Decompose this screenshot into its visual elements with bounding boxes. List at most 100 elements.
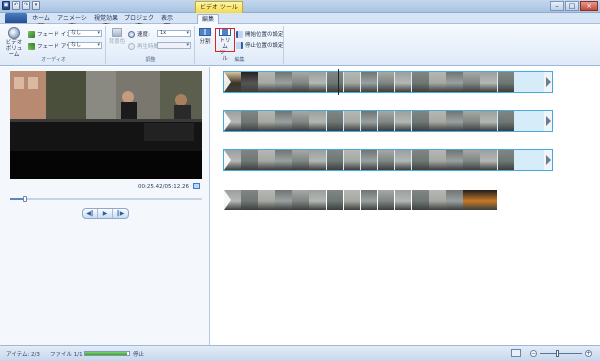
clip-thumbnail — [241, 72, 258, 92]
clip-thumbnail — [463, 190, 480, 210]
fade-out-dropdown[interactable]: なし — [68, 42, 102, 49]
zoom-in-icon[interactable]: + — [585, 350, 592, 357]
app-menu-icon[interactable]: ▣ — [2, 1, 10, 10]
playback-controls: ◀‖ ▶ ‖▶ — [82, 208, 129, 219]
clip-thumbnail — [292, 150, 309, 170]
set-end-icon — [236, 41, 243, 49]
clip-thumbnail — [360, 150, 378, 170]
clip-strip[interactable] — [223, 71, 553, 93]
clip-thumbnail — [360, 190, 378, 210]
clip-thumbnail — [343, 150, 361, 170]
clip-thumbnail — [292, 72, 309, 92]
split-icon — [199, 28, 211, 36]
clip-thumbnail — [343, 111, 361, 131]
clip-thumbnail — [343, 190, 361, 210]
speed-dropdown[interactable]: 1x — [157, 30, 191, 37]
tab-animations[interactable]: アニメーション A — [55, 14, 89, 31]
clip-thumbnail — [412, 150, 429, 170]
fullscreen-icon[interactable] — [193, 183, 200, 189]
speed-icon — [128, 30, 135, 38]
clip-thumbnail — [241, 190, 258, 210]
playhead[interactable] — [338, 69, 339, 95]
clip-end-arrow-icon — [544, 72, 552, 92]
clip-thumbnail — [412, 72, 429, 92]
stop-link[interactable]: 停止 — [133, 350, 144, 358]
clip-thumbnail — [429, 190, 446, 210]
tab-label: 表示 — [160, 15, 173, 22]
undo-icon[interactable]: ↶ — [12, 1, 20, 10]
customize-toolbar-icon[interactable]: ▾ — [32, 1, 40, 10]
maximize-icon[interactable]: □ — [565, 1, 579, 11]
zoom-slider[interactable] — [540, 353, 582, 354]
fade-in-dropdown[interactable]: なし — [68, 30, 102, 37]
clip-thumbnail — [275, 72, 292, 92]
video-preview[interactable] — [10, 71, 202, 179]
duration-dropdown[interactable] — [157, 42, 191, 49]
clip-thumbnail — [377, 190, 395, 210]
clip-strip[interactable] — [223, 189, 545, 211]
clip-thumbnail — [309, 72, 326, 92]
window-controls: – □ × — [550, 1, 598, 11]
clip-thumbnail — [394, 190, 412, 210]
clip-thumbnail — [326, 111, 344, 131]
clip-thumbnail — [446, 72, 463, 92]
clip-strip[interactable] — [223, 110, 553, 132]
clip-thumbnail — [309, 190, 326, 210]
storyboard-pane — [211, 67, 600, 345]
trim-tool-highlight — [215, 28, 235, 52]
clip-thumbnail — [326, 72, 344, 92]
clip-thumbnail — [377, 111, 395, 131]
clip-thumbnail — [497, 111, 514, 131]
tab-home[interactable]: ホーム H — [30, 14, 52, 29]
seek-thumb[interactable] — [23, 196, 28, 202]
clip-thumbnail — [292, 111, 309, 131]
file-menu-tab[interactable] — [5, 13, 27, 23]
video-volume-button[interactable]: ビデオ ボリューム — [4, 27, 24, 58]
clip-thumbnail — [463, 111, 480, 131]
zoom-out-icon[interactable]: − — [530, 350, 537, 357]
play-icon[interactable]: ▶ — [98, 209, 113, 218]
clip-thumbnail — [412, 111, 429, 131]
tab-label: 視覚効果 — [93, 15, 118, 22]
audio-group-label: オーディオ — [41, 57, 66, 63]
clip-thumbnail — [429, 111, 446, 131]
clip-thumbnail — [446, 111, 463, 131]
set-start-point-button[interactable]: 開始位置の設定 — [236, 30, 284, 38]
seek-bar[interactable] — [10, 196, 202, 202]
items-count: アイテム: 2/3 — [6, 352, 40, 358]
speed-control: 速度: — [128, 30, 150, 38]
split-button[interactable]: 分割 — [197, 28, 213, 45]
clip-thumbnail — [258, 111, 275, 131]
video-tools-context-tab: ビデオ ツール — [195, 1, 243, 13]
tab-edit[interactable]: 編集 V — [197, 14, 219, 30]
next-frame-icon[interactable]: ‖▶ — [113, 209, 128, 218]
zoom-slider-thumb[interactable] — [556, 350, 559, 357]
clip-start-arrow-icon — [224, 150, 231, 170]
clip-thumbnail — [241, 111, 258, 131]
tab-view[interactable]: 表示 W — [158, 14, 176, 29]
speed-label: 速度: — [137, 32, 150, 38]
clip-thumbnail — [241, 150, 258, 170]
minimize-icon[interactable]: – — [550, 1, 564, 11]
set-end-point-button[interactable]: 停止位置の設定 — [236, 41, 284, 49]
previous-frame-icon[interactable]: ◀‖ — [83, 209, 98, 218]
clip-strip[interactable] — [223, 149, 553, 171]
clip-thumbnail — [343, 72, 361, 92]
thumbnail-size-icon[interactable] — [511, 349, 521, 357]
preview-pane: 00:25.42/05:12.26 ◀‖ ▶ ‖▶ — [0, 67, 210, 345]
clip-thumbnail — [480, 150, 497, 170]
clip-thumbnail — [326, 150, 344, 170]
background-color-button[interactable]: 背景色 — [108, 28, 126, 45]
edit-group-label: 編集 — [234, 57, 245, 63]
clip-thumbnail — [309, 111, 326, 131]
tab-project[interactable]: プロジェクト P — [123, 14, 155, 31]
close-icon[interactable]: × — [580, 1, 598, 11]
clip-thumbnail — [394, 150, 412, 170]
redo-icon[interactable]: ↷ — [22, 1, 30, 10]
tab-label: 編集 — [201, 16, 214, 23]
audio-group: ビデオ ボリューム フェード イン: なし フェード アウト: なし オーディオ — [2, 26, 106, 64]
quick-access-toolbar: ▣ ↶ ↷ ▾ — [2, 1, 40, 10]
clip-thumbnail — [258, 72, 275, 92]
clip-thumbnail — [429, 150, 446, 170]
tab-visual-effects[interactable]: 視覚効果 S — [92, 14, 120, 29]
